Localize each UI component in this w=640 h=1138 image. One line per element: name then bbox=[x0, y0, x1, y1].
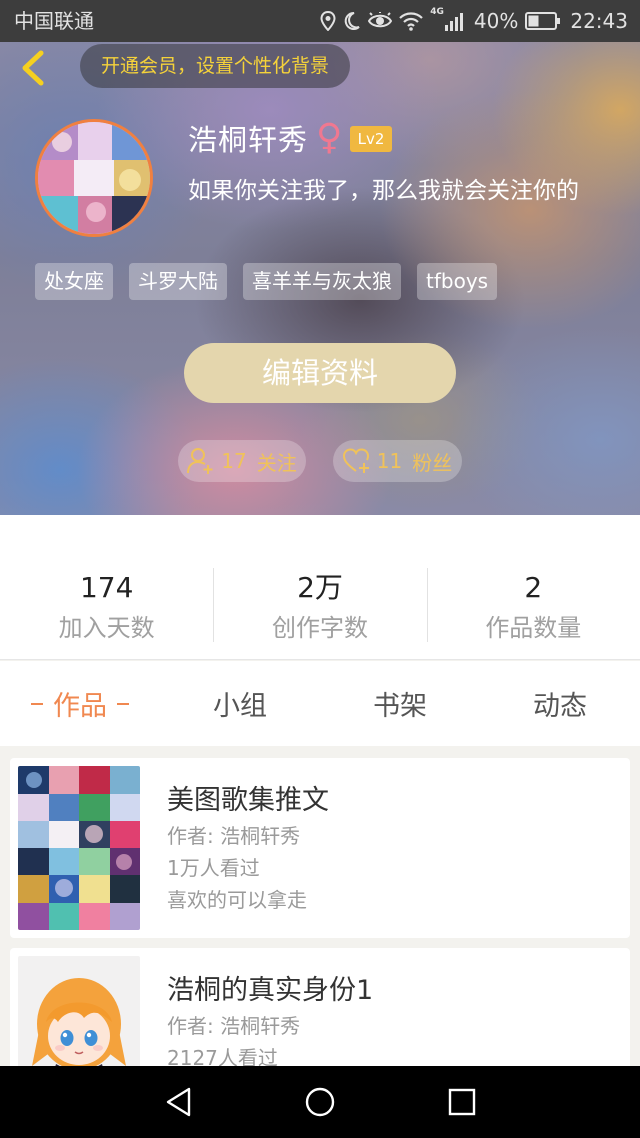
nav-back-button[interactable] bbox=[164, 1087, 194, 1117]
nav-home-button[interactable] bbox=[305, 1087, 335, 1117]
work-views: 2127人看过 bbox=[167, 1046, 278, 1066]
work-card[interactable]: 美图歌集推文 作者: 浩桐轩秀 1万人看过 喜欢的可以拿走 bbox=[10, 758, 630, 938]
stat-value: 2万 bbox=[297, 571, 343, 604]
nav-back-icon bbox=[166, 1087, 191, 1117]
work-cover-image bbox=[18, 766, 140, 930]
signal-icon bbox=[444, 13, 463, 31]
followers-button[interactable]: 11 粉丝 bbox=[333, 440, 462, 482]
vip-background-button[interactable]: 开通会员，设置个性化背景 bbox=[80, 44, 350, 88]
user-bio: 如果你关注我了，那么我就会关注你的 bbox=[188, 178, 579, 204]
nav-recents-icon bbox=[448, 1088, 476, 1116]
followers-count: 11 bbox=[376, 449, 403, 473]
interest-tags: 处女座 斗罗大陆 喜羊羊与灰太狼 tfboys bbox=[35, 263, 498, 300]
work-description: 喜欢的可以拿走 bbox=[167, 888, 307, 912]
heart-plus-icon bbox=[342, 448, 369, 473]
work-title: 美图歌集推文 bbox=[167, 785, 329, 816]
work-cover bbox=[18, 766, 140, 930]
status-bar: 中国联通 4G 40% 22:43 bbox=[0, 0, 640, 42]
battery-icon bbox=[525, 12, 561, 30]
stat-value: 2 bbox=[524, 571, 543, 604]
nav-recents-button[interactable] bbox=[447, 1087, 477, 1117]
profile-screen: 中国联通 4G 40% 22:43 开通会员，设置个性化背景 浩桐轩秀 ♀ Lv… bbox=[0, 0, 640, 1138]
female-icon: ♀ bbox=[316, 117, 343, 158]
tab-bookshelf[interactable]: 书架 bbox=[320, 661, 480, 746]
following-label: 关注 bbox=[256, 450, 297, 475]
wifi-icon bbox=[399, 12, 424, 31]
following-button[interactable]: 17 关注 bbox=[178, 440, 306, 482]
username: 浩桐轩秀 bbox=[188, 123, 309, 157]
user-plus-icon bbox=[187, 448, 213, 474]
status-icons: 4G 40% 22:43 bbox=[320, 0, 628, 42]
eye-icon bbox=[368, 12, 393, 28]
work-cover bbox=[18, 956, 140, 1066]
tab-works[interactable]: 作品 bbox=[0, 661, 160, 746]
following-count: 17 bbox=[221, 449, 247, 473]
work-author: 作者: 浩桐轩秀 bbox=[167, 1014, 301, 1038]
network-type: 4G bbox=[430, 7, 444, 17]
profile-stats: 174 加入天数 2万 创作字数 2 作品数量 bbox=[0, 515, 640, 660]
stat-label: 创作字数 bbox=[271, 614, 368, 642]
tag[interactable]: tfboys bbox=[417, 263, 498, 300]
stat-word-count: 2万 创作字数 bbox=[213, 515, 426, 659]
level-badge: Lv2 bbox=[350, 126, 392, 152]
nav-home-icon bbox=[305, 1087, 335, 1117]
avatar-image bbox=[38, 122, 150, 234]
tab-activity[interactable]: 动态 bbox=[480, 661, 640, 746]
tab-label: 书架 bbox=[373, 691, 427, 722]
work-views: 1万人看过 bbox=[167, 856, 260, 880]
work-author: 作者: 浩桐轩秀 bbox=[167, 824, 301, 848]
work-title: 浩桐的真实身份1 bbox=[167, 975, 374, 1006]
stat-label: 加入天数 bbox=[58, 614, 155, 642]
moon-icon bbox=[344, 11, 360, 30]
work-cover-image bbox=[18, 956, 140, 1066]
stat-days-joined: 174 加入天数 bbox=[0, 515, 213, 659]
tab-active-dash bbox=[117, 702, 129, 705]
followers-label: 粉丝 bbox=[412, 450, 453, 475]
tab-label: 动态 bbox=[533, 691, 587, 722]
tag[interactable]: 处女座 bbox=[35, 263, 113, 300]
signal-indicator: 4G bbox=[430, 7, 467, 31]
chevron-left-icon bbox=[22, 50, 44, 86]
avatar[interactable] bbox=[35, 119, 153, 237]
stat-value: 174 bbox=[79, 571, 134, 604]
carrier-name: 中国联通 bbox=[14, 9, 94, 33]
tag[interactable]: 喜羊羊与灰太狼 bbox=[243, 263, 401, 300]
profile-header-background: 中国联通 4G 40% 22:43 开通会员，设置个性化背景 浩桐轩秀 ♀ Lv… bbox=[0, 0, 640, 515]
tab-active-dash bbox=[31, 702, 43, 705]
tab-groups[interactable]: 小组 bbox=[160, 661, 320, 746]
clock: 22:43 bbox=[570, 9, 628, 33]
edit-profile-button[interactable]: 编辑资料 bbox=[184, 343, 456, 403]
stat-label: 作品数量 bbox=[485, 614, 582, 642]
battery-percent: 40% bbox=[473, 9, 519, 33]
tag[interactable]: 斗罗大陆 bbox=[129, 263, 227, 300]
back-button[interactable] bbox=[16, 48, 50, 88]
system-nav-bar bbox=[0, 1066, 640, 1138]
works-list: 美图歌集推文 作者: 浩桐轩秀 1万人看过 喜欢的可以拿走 浩桐的真实身份1 作… bbox=[0, 746, 640, 1066]
stat-works-count: 2 作品数量 bbox=[426, 515, 640, 659]
profile-tabs: 作品 小组 书架 动态 bbox=[0, 661, 640, 746]
location-icon bbox=[320, 11, 336, 31]
tab-label: 作品 bbox=[53, 691, 107, 722]
work-card[interactable]: 浩桐的真实身份1 作者: 浩桐轩秀 2127人看过 bbox=[10, 948, 630, 1066]
tab-label: 小组 bbox=[213, 691, 267, 722]
